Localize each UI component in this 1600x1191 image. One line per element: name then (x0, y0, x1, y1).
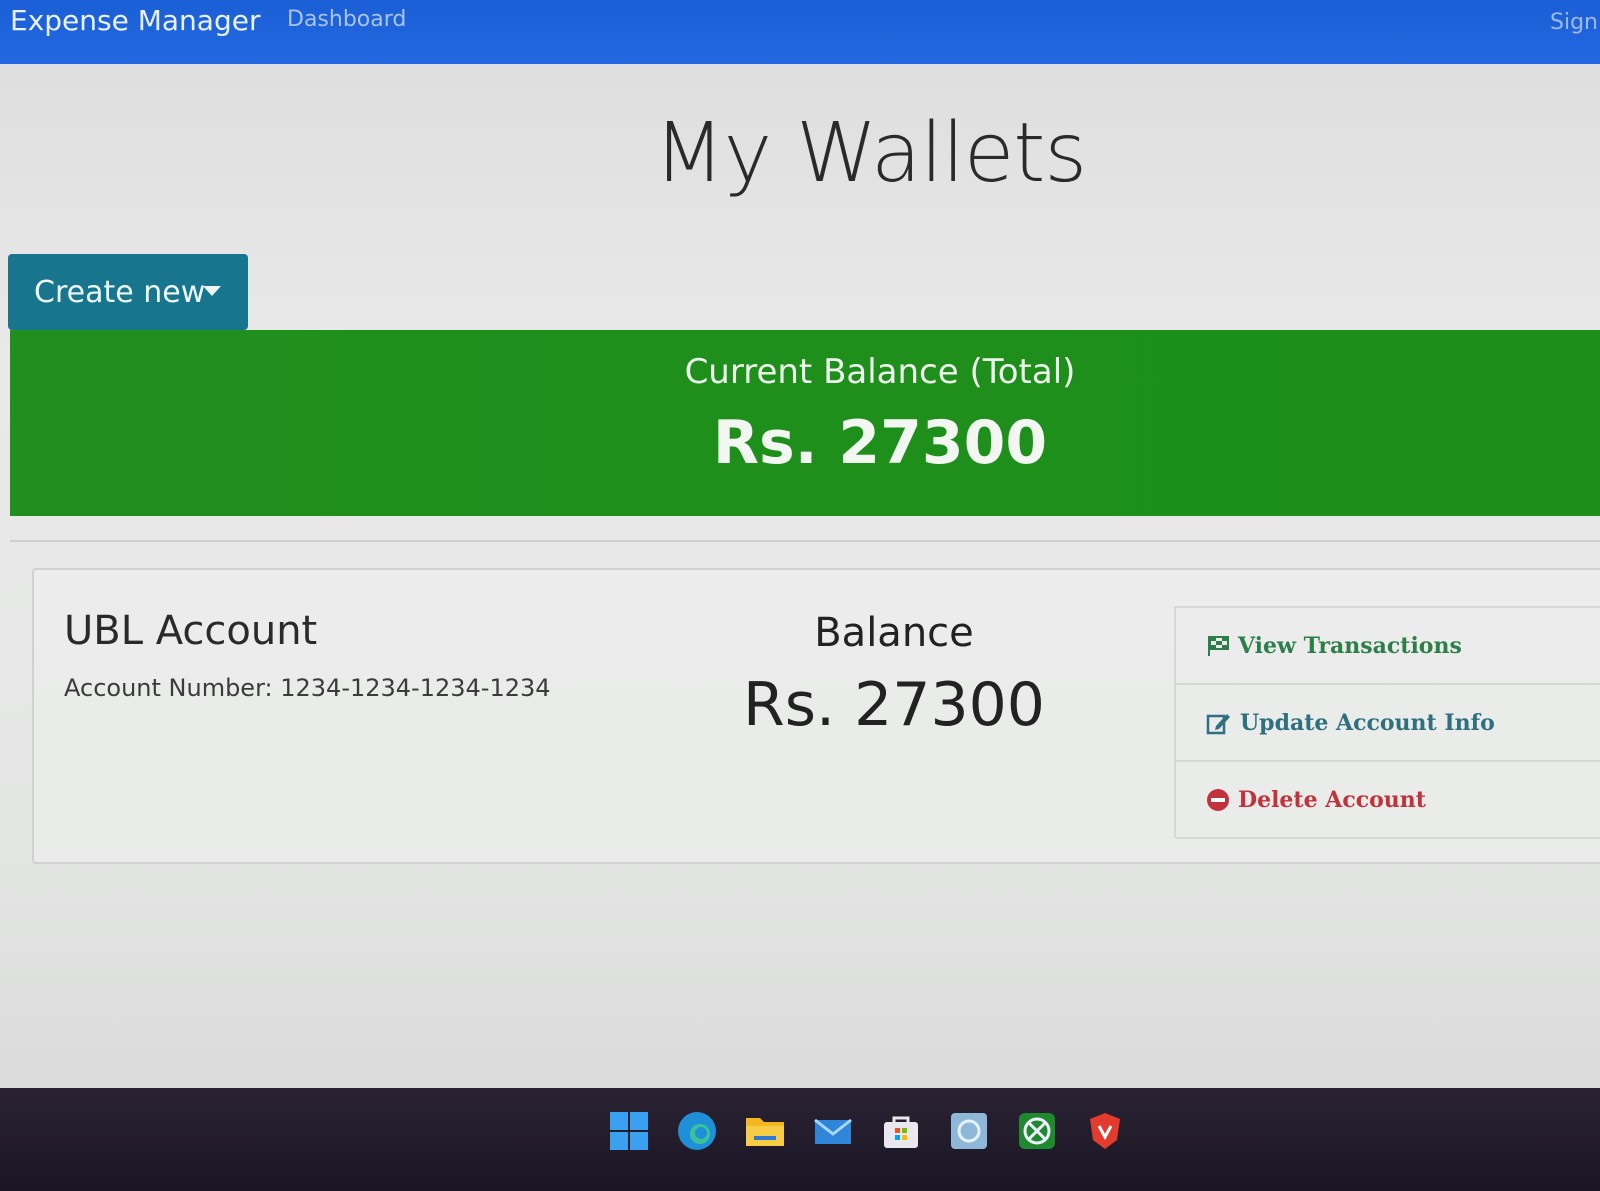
windows-start-icon[interactable] (608, 1110, 650, 1152)
balance-label: Balance (814, 610, 974, 656)
top-navbar: Expense Manager Dashboard Sign (0, 0, 1600, 64)
balance-value: Rs. 27300 (743, 670, 1045, 740)
brand-link[interactable]: Expense Manager (10, 4, 260, 37)
view-transactions-link[interactable]: View Transactions (1176, 608, 1600, 685)
file-explorer-icon[interactable] (744, 1110, 786, 1152)
account-number: Account Number: 1234-1234-1234-1234 (64, 674, 551, 702)
flag-icon (1208, 635, 1229, 656)
divider (10, 540, 1600, 542)
update-account-info-link[interactable]: Update Account Info (1176, 685, 1600, 762)
view-transactions-label: View Transactions (1238, 632, 1462, 659)
update-account-info-label: Update Account Info (1240, 709, 1495, 736)
os-taskbar (0, 1088, 1600, 1191)
nav-link-sign[interactable]: Sign (1550, 10, 1600, 35)
delete-account-link[interactable]: Delete Account (1176, 762, 1600, 839)
create-new-label: Create new (34, 274, 206, 310)
photos-icon[interactable] (948, 1110, 990, 1152)
brave-browser-icon[interactable] (1084, 1110, 1126, 1152)
wallet-card: UBL Account Account Number: 1234-1234-12… (32, 568, 1600, 864)
mail-icon[interactable] (812, 1110, 854, 1152)
edit-icon (1206, 713, 1230, 734)
wallet-name: UBL Account (64, 608, 318, 654)
create-new-button[interactable]: Create new (8, 254, 248, 330)
total-balance-banner: Current Balance (Total) Rs. 27300 (10, 330, 1600, 516)
minus-circle-icon (1207, 788, 1229, 811)
total-balance-value: Rs. 27300 (712, 408, 1048, 478)
delete-account-label: Delete Account (1238, 786, 1426, 813)
xbox-icon[interactable] (1016, 1110, 1058, 1152)
total-balance-label: Current Balance (Total) (684, 352, 1076, 392)
nav-link-dashboard[interactable]: Dashboard (287, 7, 406, 32)
store-icon[interactable] (880, 1110, 922, 1152)
edge-browser-icon[interactable] (676, 1110, 718, 1152)
page-title: My Wallets (653, 106, 1087, 201)
chevron-down-icon (203, 286, 221, 296)
wallet-actions: View Transactions Update Account Info De… (1174, 606, 1600, 839)
